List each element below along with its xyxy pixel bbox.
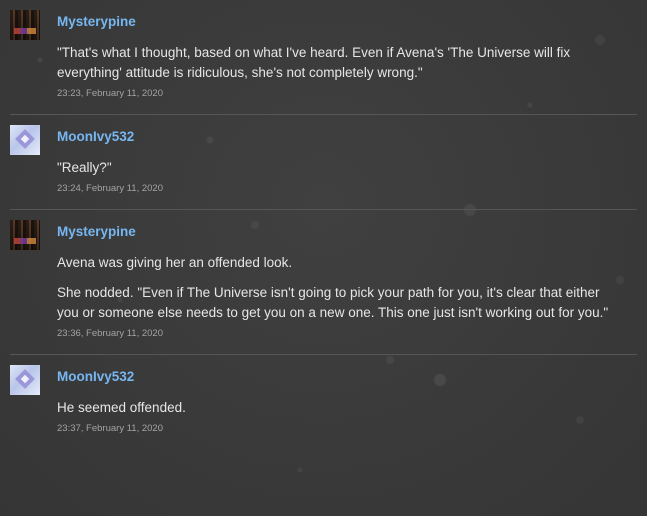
username-link[interactable]: Mysterypine xyxy=(57,223,637,241)
comment-thread: Mysterypine "That's what I thought, base… xyxy=(0,0,647,516)
comment-text: She nodded. "Even if The Universe isn't … xyxy=(57,285,609,320)
comment: Mysterypine "That's what I thought, base… xyxy=(10,0,637,115)
comment-body: MoonIvy532 He seemed offended. 23:37, Fe… xyxy=(57,355,637,449)
username-link[interactable]: Mysterypine xyxy=(57,13,637,31)
avatar[interactable] xyxy=(10,10,40,40)
username-link[interactable]: MoonIvy532 xyxy=(57,368,637,386)
comment-text: He seemed offended. xyxy=(57,400,186,415)
timestamp: 23:23, February 11, 2020 xyxy=(57,88,163,99)
comment: MoonIvy532 He seemed offended. 23:37, Fe… xyxy=(10,355,637,449)
avatar[interactable] xyxy=(10,365,40,395)
comment-body: Mysterypine "That's what I thought, base… xyxy=(57,0,637,114)
timestamp: 23:36, February 11, 2020 xyxy=(57,328,163,339)
comment: MoonIvy532 "Really?" 23:24, February 11,… xyxy=(10,115,637,210)
comment-text: "Really?" xyxy=(57,160,112,175)
comment-body: Mysterypine Avena was giving her an offe… xyxy=(57,210,637,354)
avatar[interactable] xyxy=(10,125,40,155)
username-link[interactable]: MoonIvy532 xyxy=(57,128,637,146)
timestamp: 23:24, February 11, 2020 xyxy=(57,183,163,194)
avatar[interactable] xyxy=(10,220,40,250)
timestamp: 23:37, February 11, 2020 xyxy=(57,423,163,434)
comment-body: MoonIvy532 "Really?" 23:24, February 11,… xyxy=(57,115,637,209)
comment-text: "That's what I thought, based on what I'… xyxy=(57,45,571,80)
comment: Mysterypine Avena was giving her an offe… xyxy=(10,210,637,355)
comment-text: Avena was giving her an offended look. xyxy=(57,255,293,270)
